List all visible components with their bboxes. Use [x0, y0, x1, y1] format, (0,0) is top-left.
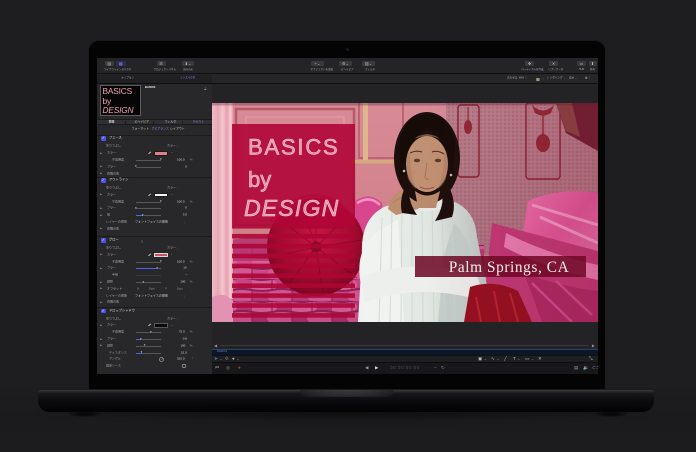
svg-text:DESIGN: DESIGN	[244, 195, 339, 221]
svg-text:by: by	[248, 167, 271, 192]
svg-text:BASICS: BASICS	[248, 135, 340, 160]
svg-text:Palm Springs, CA: Palm Springs, CA	[449, 259, 570, 276]
